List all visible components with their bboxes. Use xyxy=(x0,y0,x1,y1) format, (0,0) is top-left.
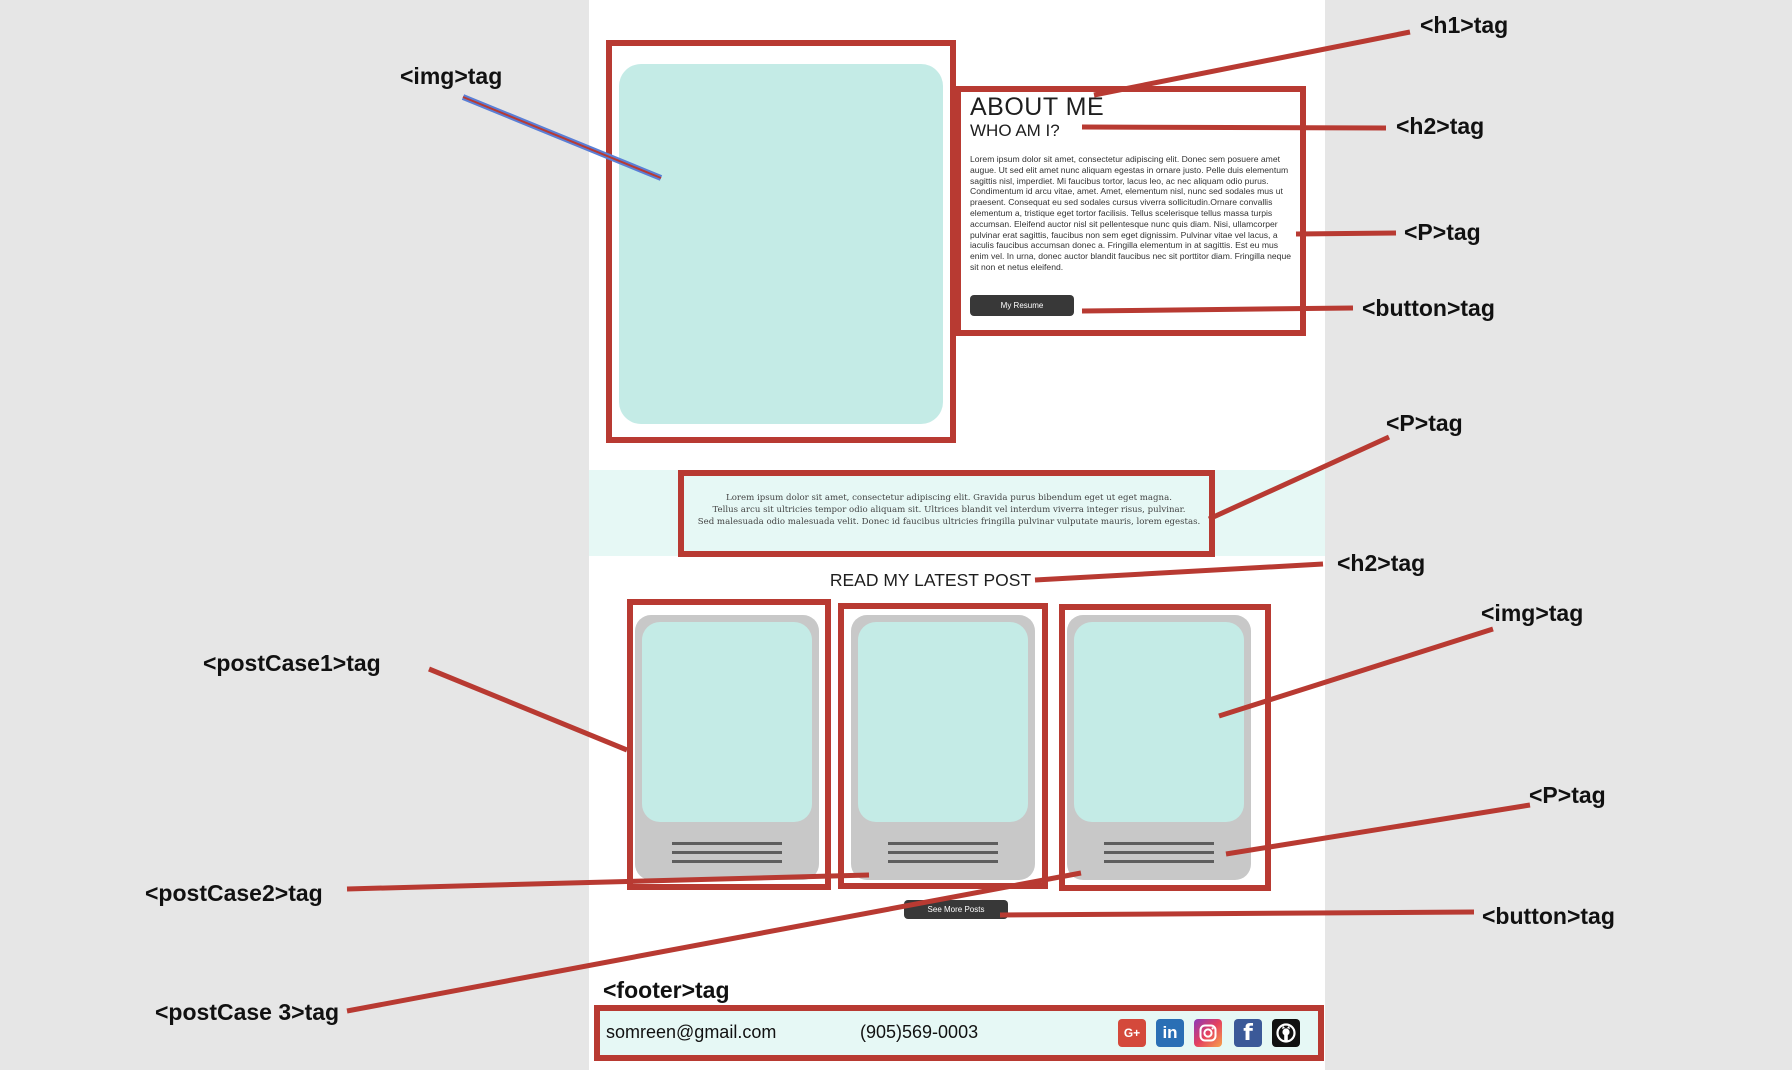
annotation-postcase1: <postCase1>tag xyxy=(203,650,381,676)
annotation-h1: <h1>tag xyxy=(1420,12,1509,38)
p-post-leader xyxy=(1225,802,1531,857)
annotation-img-post: <img>tag xyxy=(1481,600,1584,626)
annotation-p-top: <P>tag xyxy=(1404,219,1481,245)
postcase1-leader xyxy=(428,666,628,753)
annotation-h2-posts: <h2>tag xyxy=(1337,550,1426,576)
annotation-postcase3: <postCase 3>tag xyxy=(155,999,340,1025)
annotation-p-band: <P>tag xyxy=(1386,410,1463,436)
annotation-postcase2: <postCase2>tag xyxy=(145,880,323,906)
button-top-leader xyxy=(1081,305,1354,314)
h1-leader xyxy=(1093,29,1411,98)
annotation-button-top: <button>tag xyxy=(1362,295,1495,321)
img-top-leader xyxy=(462,96,662,179)
annotation-footer: <footer>tag xyxy=(603,977,730,1003)
annotation-button-posts: <button>tag xyxy=(1482,903,1615,929)
annotation-p-post: <P>tag xyxy=(1529,782,1606,808)
annotation-h2-top: <h2>tag xyxy=(1396,113,1485,139)
annotation-img-top: <img>tag xyxy=(400,63,503,89)
h2-top-leader xyxy=(1081,124,1387,131)
h2-posts-leader xyxy=(1034,561,1324,583)
p-top-leader xyxy=(1295,230,1397,237)
button-posts-leader xyxy=(999,909,1475,918)
img-post-leader xyxy=(1218,626,1494,719)
p-band-leader xyxy=(1207,434,1391,522)
postcase2-leader xyxy=(346,872,870,892)
